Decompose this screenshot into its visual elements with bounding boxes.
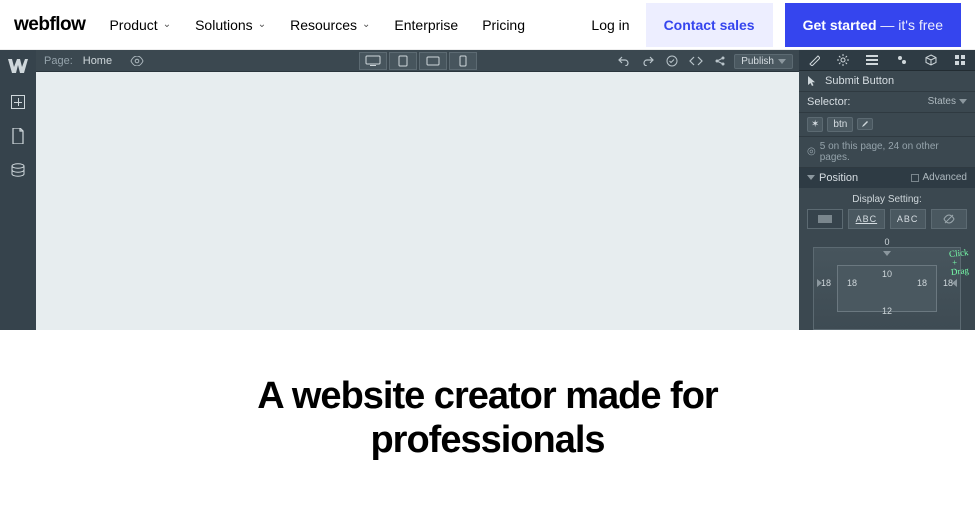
nav-product[interactable]: Product ⌄ [109, 17, 171, 33]
webflow-w-icon[interactable] [6, 56, 30, 76]
states-dropdown[interactable]: States [928, 96, 967, 107]
get-started-button[interactable]: Get started — it's free [785, 3, 961, 47]
undo-icon[interactable] [614, 53, 634, 69]
cta-main-text: Get started [803, 17, 877, 33]
nav-enterprise[interactable]: Enterprise [394, 17, 458, 33]
publish-label: Publish [741, 56, 774, 67]
chevron-down-icon: ⌄ [163, 19, 171, 30]
occurrence-text: 5 on this page, 24 on other pages. [820, 141, 967, 163]
checkbox-icon [911, 174, 919, 182]
selector-row: Selector: States [799, 92, 975, 113]
selector-label: Selector: [807, 96, 850, 108]
nav-pricing[interactable]: Pricing [482, 17, 525, 33]
designer-editor: Page: Home Publish [0, 50, 975, 330]
designer-main: Page: Home [36, 50, 799, 330]
preview-eye-icon[interactable] [130, 56, 144, 66]
position-label: Position [819, 172, 858, 184]
layout-icon[interactable] [862, 52, 882, 68]
nav-left: webflow Product ⌄ Solutions ⌄ Resources ⌄ E… [14, 14, 525, 36]
webflow-logo[interactable]: webflow [14, 14, 85, 36]
breadcrumb-page[interactable]: Home [83, 55, 112, 67]
triangle-right-icon [817, 279, 822, 287]
advanced-toggle[interactable]: Advanced [911, 172, 967, 183]
selected-element-label: Submit Button [825, 75, 894, 87]
occurrence-note: ◎ 5 on this page, 24 on other pages. [799, 137, 975, 168]
nav-resources[interactable]: Resources ⌄ [290, 17, 370, 33]
add-element-icon[interactable] [10, 94, 26, 110]
padding-bottom-value[interactable]: 12 [882, 306, 892, 316]
display-block-button[interactable] [807, 209, 843, 229]
class-tags-row: ✶ btn [799, 113, 975, 137]
padding-top-value[interactable]: 10 [882, 269, 892, 279]
nav-right: Log in Contact sales Get started — it's … [575, 3, 961, 47]
chevron-down-icon: ⌄ [258, 19, 266, 30]
box-icon[interactable] [921, 52, 941, 68]
padding-right-value[interactable]: 18 [917, 278, 927, 288]
box-model-editor[interactable]: 0 18 18 10 18 18 12 Click +Drag [807, 237, 967, 330]
triangle-down-icon [883, 251, 891, 256]
panel-tabs [799, 50, 975, 71]
advanced-label: Advanced [923, 172, 967, 183]
chevron-down-icon: ⌄ [362, 19, 370, 30]
nav-solutions[interactable]: Solutions ⌄ [195, 17, 266, 33]
margin-left-value[interactable]: 18 [821, 278, 831, 288]
display-inline-button[interactable]: ABC [890, 209, 926, 229]
breadcrumb-label: Page: [44, 55, 73, 67]
publish-button[interactable]: Publish [734, 54, 793, 69]
left-toolbar [0, 50, 36, 330]
edit-selector-icon[interactable] [857, 118, 873, 130]
display-setting-buttons: ABC ABC [799, 209, 975, 237]
code-icon[interactable] [686, 53, 706, 69]
paintbrush-icon[interactable] [804, 52, 824, 68]
states-label: States [928, 96, 956, 107]
display-none-button[interactable] [931, 209, 967, 229]
global-selector-chip[interactable]: ✶ [807, 117, 823, 132]
pages-icon[interactable] [10, 128, 26, 144]
click-drag-hint: Click +Drag [948, 248, 970, 277]
cta-suffix-text: — it's free [877, 17, 943, 33]
cursor-icon [807, 75, 819, 87]
nav-product-label: Product [109, 17, 157, 33]
style-panel: Submit Button Selector: States ✶ btn ◎ 5… [799, 50, 975, 330]
share-icon[interactable] [710, 53, 730, 69]
display-setting-label: Display Setting: [799, 188, 975, 209]
hero-headline: A website creator made for professionals [188, 375, 788, 462]
target-icon: ◎ [807, 146, 816, 157]
redo-icon[interactable] [638, 53, 658, 69]
nav-solutions-label: Solutions [195, 17, 253, 33]
device-tablet-icon[interactable] [389, 52, 417, 70]
settings-gear-icon[interactable] [833, 52, 853, 68]
position-section-header[interactable]: Position Advanced [799, 168, 975, 188]
contact-sales-button[interactable]: Contact sales [646, 3, 773, 47]
cms-icon[interactable] [10, 162, 26, 178]
hero-section: A website creator made for professionals [0, 330, 975, 508]
display-inlineblock-button[interactable]: ABC [848, 209, 884, 229]
device-desktop-icon[interactable] [359, 52, 387, 70]
chevron-down-icon [959, 99, 967, 104]
selected-element-row: Submit Button [799, 71, 975, 92]
margin-top-value[interactable]: 0 [884, 237, 889, 247]
device-tablet-landscape-icon[interactable] [419, 52, 447, 70]
class-tag-btn[interactable]: btn [827, 117, 853, 132]
login-link[interactable]: Log in [575, 17, 645, 33]
padding-left-value[interactable]: 18 [847, 278, 857, 288]
top-navigation: webflow Product ⌄ Solutions ⌄ Resources ⌄ E… [0, 0, 975, 50]
design-canvas[interactable] [36, 72, 799, 330]
effects-icon[interactable] [892, 52, 912, 68]
collapse-icon [807, 175, 815, 180]
nav-resources-label: Resources [290, 17, 357, 33]
device-mobile-icon[interactable] [449, 52, 477, 70]
triangle-left-icon [952, 279, 957, 287]
grid-icon[interactable] [950, 52, 970, 68]
chevron-down-icon [778, 59, 786, 64]
top-right-actions: Publish [614, 50, 799, 72]
check-circle-icon[interactable] [662, 53, 682, 69]
